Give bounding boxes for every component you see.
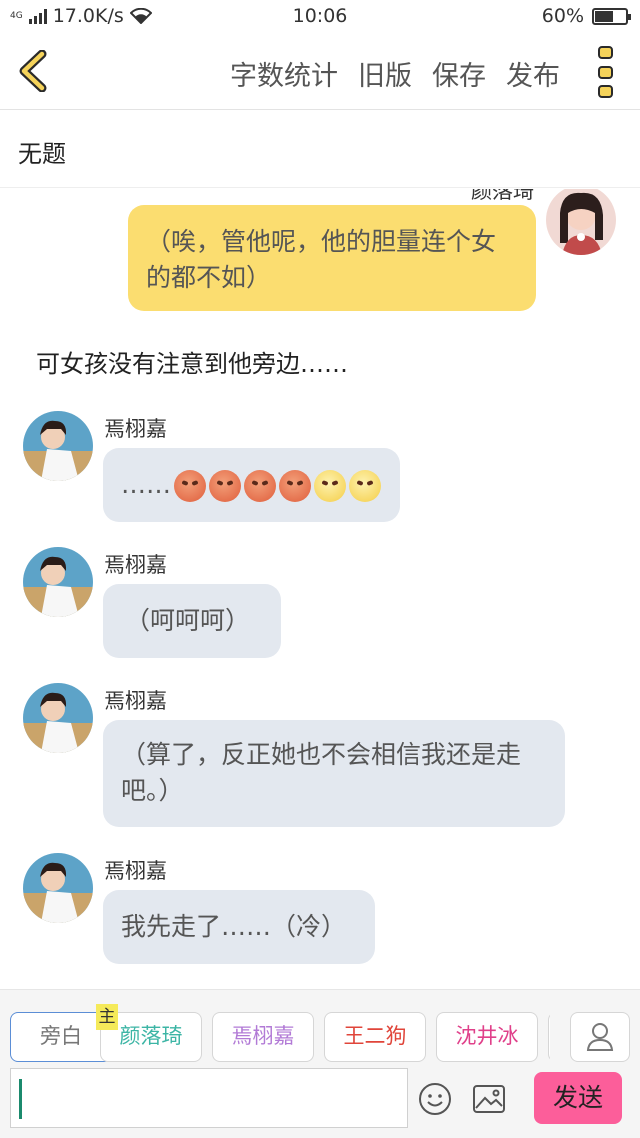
character-chip-partial[interactable] <box>548 1012 550 1062</box>
status-right: 60% <box>541 5 631 27</box>
speaker-name: 焉栩嘉 <box>104 553 167 577</box>
character-selector: 旁白 颜落琦 焉栩嘉 王二狗 沈井冰 <box>10 1012 550 1064</box>
toolbar-actions: 字数统计 旧版 保存 发布 <box>230 54 560 93</box>
message-bubble[interactable]: （算了，反正她也不会相信我还是走吧。） <box>103 720 565 827</box>
message-bubble[interactable]: （唉，管他呢，他的胆量连个女的都不如） <box>128 205 536 311</box>
story-title[interactable]: 无题 <box>18 134 66 169</box>
character-label: 焉栩嘉 <box>231 1024 295 1048</box>
battery-icon <box>592 7 631 25</box>
smiley-icon[interactable] <box>418 1082 452 1116</box>
message-bubble[interactable]: （呵呵呵） <box>103 584 281 658</box>
message-input[interactable] <box>10 1068 408 1128</box>
title-row[interactable]: 无题 <box>0 110 640 188</box>
character-label: 沈井冰 <box>455 1024 519 1048</box>
avatar[interactable] <box>546 189 616 255</box>
battery-level <box>595 10 613 22</box>
character-label: 王二狗 <box>343 1024 407 1048</box>
angry-face-icon <box>174 470 206 502</box>
angry-face-icon <box>279 470 311 502</box>
publish-button[interactable]: 发布 <box>506 54 560 93</box>
character-label: 颜落琦 <box>119 1024 183 1048</box>
text-caret <box>19 1079 22 1119</box>
angry-face-icon <box>244 470 276 502</box>
back-arrow-icon[interactable] <box>14 50 54 92</box>
status-bar: 4G 17.0K/s 10:06 60% <box>0 0 640 32</box>
narration-text[interactable]: 可女孩没有注意到他旁边…… <box>36 344 348 379</box>
speaker-name: 焉栩嘉 <box>104 417 167 441</box>
steam-face-icon <box>349 470 381 502</box>
message-bubble[interactable]: 我先走了……（冷） <box>103 890 375 964</box>
avatar[interactable] <box>23 547 93 617</box>
angry-face-icon <box>209 470 241 502</box>
message-bubble[interactable]: …… <box>103 448 400 522</box>
character-chip-yanxujia[interactable]: 焉栩嘉 <box>212 1012 314 1062</box>
save-button[interactable]: 保存 <box>432 54 486 93</box>
image-icon[interactable] <box>472 1084 506 1114</box>
chat-area[interactable]: 颜落琦 （唉，管他呢，他的胆量连个女的都不如） 可女孩没有注意到他旁边…… 焉栩… <box>0 189 640 989</box>
main-character-badge: 主 <box>96 1004 118 1030</box>
send-button[interactable]: 发送 <box>534 1072 622 1124</box>
speaker-name: 焉栩嘉 <box>104 859 167 883</box>
battery-percent: 60% <box>541 5 584 27</box>
message-text: …… <box>121 470 171 499</box>
word-count-button[interactable]: 字数统计 <box>230 54 338 93</box>
old-version-button[interactable]: 旧版 <box>358 54 412 93</box>
speaker-name: 颜落琦 <box>471 189 534 203</box>
character-chip-shenjingbing[interactable]: 沈井冰 <box>436 1012 538 1062</box>
speaker-name: 焉栩嘉 <box>104 689 167 713</box>
character-chip-wangergou[interactable]: 王二狗 <box>324 1012 426 1062</box>
character-label: 旁白 <box>40 1024 82 1048</box>
top-toolbar: 字数统计 旧版 保存 发布 <box>0 32 640 110</box>
user-icon[interactable] <box>570 1012 630 1062</box>
avatar[interactable] <box>23 683 93 753</box>
avatar[interactable] <box>23 411 93 481</box>
steam-face-icon <box>314 470 346 502</box>
avatar[interactable] <box>23 853 93 923</box>
composer-area: 旁白 颜落琦 焉栩嘉 王二狗 沈井冰 主 发送 <box>0 989 640 1138</box>
more-menu-icon[interactable] <box>598 46 618 98</box>
